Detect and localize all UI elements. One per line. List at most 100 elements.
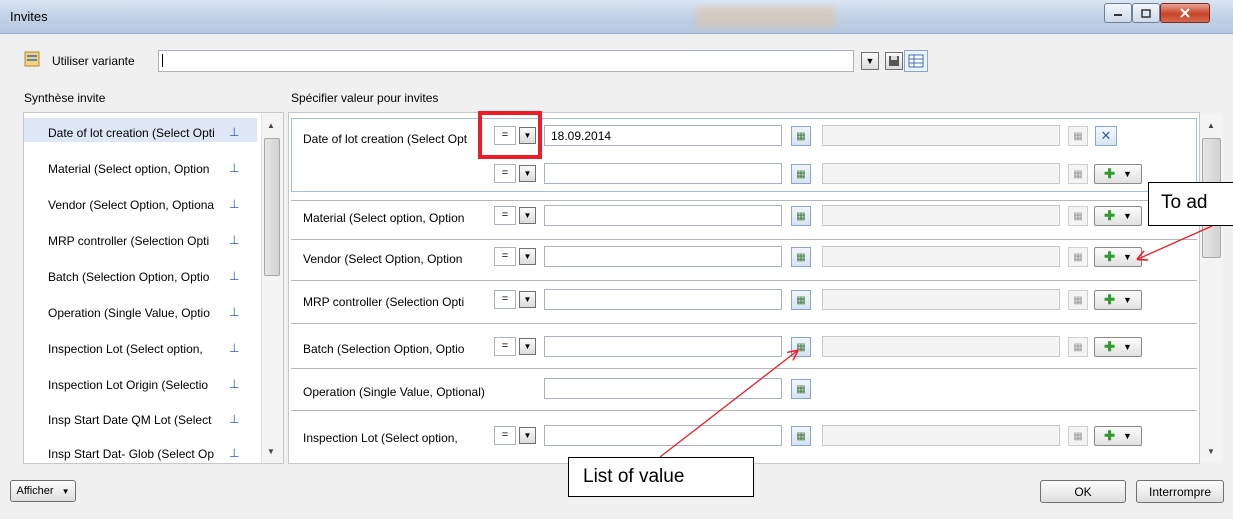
- list-item[interactable]: Insp Start Dat- Glob (Select Op ⊥: [24, 443, 244, 465]
- list-of-values-button-disabled: ▦: [1068, 247, 1088, 267]
- row-divider: [291, 239, 1197, 240]
- list-of-values-button[interactable]: ▦: [791, 206, 811, 226]
- pin-icon[interactable]: ⊥: [229, 269, 239, 283]
- close-button[interactable]: [1160, 3, 1210, 23]
- list-item[interactable]: Insp Start Date QM Lot (Select ⊥: [24, 409, 244, 431]
- add-value-button[interactable]: ✚ ▼: [1094, 206, 1142, 226]
- range-to-input: [822, 163, 1060, 184]
- minimize-icon: [1114, 14, 1122, 16]
- row-label-inspection-lot: Inspection Lot (Select option,: [303, 431, 458, 445]
- maximize-icon: [1141, 8, 1151, 18]
- pin-icon[interactable]: ⊥: [229, 446, 239, 460]
- row-label-mrp: MRP controller (Selection Opti: [303, 295, 465, 309]
- date-value-input-2[interactable]: [544, 163, 782, 184]
- list-item[interactable]: Vendor (Select Option, Optiona ⊥: [24, 194, 244, 216]
- operator-select[interactable]: =: [494, 290, 516, 309]
- operator-dropdown-button[interactable]: ▼: [519, 165, 536, 182]
- operator-select[interactable]: =: [494, 164, 516, 183]
- pin-icon[interactable]: ⊥: [229, 161, 239, 175]
- variant-dropdown-button[interactable]: ▼: [861, 52, 879, 70]
- mrp-value-input[interactable]: [544, 289, 782, 310]
- row-divider: [291, 368, 1197, 369]
- operator-dropdown-button[interactable]: ▼: [519, 291, 536, 308]
- range-to-input: [822, 205, 1060, 226]
- date-value-input[interactable]: 18.09.2014: [544, 125, 782, 146]
- plus-icon: ✚: [1104, 249, 1115, 264]
- add-value-button[interactable]: ✚ ▼: [1094, 426, 1142, 446]
- list-of-values-icon: ▦: [1073, 168, 1083, 180]
- variant-table-button[interactable]: [904, 50, 928, 72]
- operator-select[interactable]: =: [494, 426, 516, 445]
- list-of-values-button[interactable]: ▦: [791, 164, 811, 184]
- list-item[interactable]: Inspection Lot Origin (Selectio ⊥: [24, 374, 244, 396]
- row-divider: [291, 410, 1197, 411]
- pin-icon[interactable]: ⊥: [229, 125, 239, 139]
- add-value-button[interactable]: ✚ ▼: [1094, 290, 1142, 310]
- operator-dropdown-button[interactable]: ▼: [519, 427, 536, 444]
- inspection-lot-value-input[interactable]: [544, 425, 782, 446]
- list-of-values-icon: ▦: [1073, 251, 1083, 263]
- list-of-values-button[interactable]: ▦: [791, 247, 811, 267]
- dropdown-arrow-icon: ▼: [523, 169, 532, 178]
- table-icon: [908, 54, 924, 68]
- list-item[interactable]: Operation (Single Value, Optio ⊥: [24, 302, 244, 324]
- scroll-up-icon[interactable]: ▲: [1207, 121, 1215, 130]
- list-of-values-button-disabled: ▦: [1068, 337, 1088, 357]
- batch-value-input[interactable]: [544, 336, 782, 357]
- left-scroll-thumb[interactable]: [264, 138, 280, 276]
- cancel-button[interactable]: Interrompre: [1136, 480, 1224, 503]
- list-item[interactable]: Date of lot creation (Select Opti ⊥: [24, 122, 244, 144]
- add-value-button[interactable]: ✚ ▼: [1094, 164, 1142, 184]
- pin-icon[interactable]: ⊥: [229, 233, 239, 247]
- plus-icon: ✚: [1104, 428, 1115, 443]
- pin-icon[interactable]: ⊥: [229, 341, 239, 355]
- list-item[interactable]: Inspection Lot (Select option, ⊥: [24, 338, 244, 360]
- pin-icon[interactable]: ⊥: [229, 197, 239, 211]
- row-divider: [291, 280, 1197, 281]
- operator-select[interactable]: =: [494, 337, 516, 356]
- text-cursor: [162, 54, 163, 67]
- add-button-callout: To ad: [1148, 182, 1233, 226]
- scroll-up-icon[interactable]: ▲: [267, 121, 275, 130]
- dropdown-arrow-icon: ▼: [61, 486, 70, 496]
- ok-button[interactable]: OK: [1040, 480, 1126, 503]
- operator-dropdown-button[interactable]: ▼: [519, 338, 536, 355]
- list-item[interactable]: Batch (Selection Option, Optio ⊥: [24, 266, 244, 288]
- list-of-values-icon: ▦: [796, 130, 806, 142]
- minimize-button[interactable]: [1104, 3, 1132, 23]
- remove-value-button[interactable]: ✕: [1095, 126, 1117, 146]
- list-item[interactable]: MRP controller (Selection Opti ⊥: [24, 230, 244, 252]
- variant-input[interactable]: [158, 50, 854, 72]
- list-of-values-button[interactable]: ▦: [791, 379, 811, 399]
- row-label-batch: Batch (Selection Option, Optio: [303, 342, 465, 356]
- material-value-input[interactable]: [544, 205, 782, 226]
- list-of-values-button[interactable]: ▦: [791, 337, 811, 357]
- list-of-values-icon: ▦: [796, 430, 806, 442]
- list-of-values-button[interactable]: ▦: [791, 290, 811, 310]
- scroll-down-icon[interactable]: ▼: [1207, 447, 1215, 456]
- pin-icon[interactable]: ⊥: [229, 377, 239, 391]
- operator-dropdown-button[interactable]: ▼: [519, 207, 536, 224]
- vendor-value-input[interactable]: [544, 246, 782, 267]
- add-value-button[interactable]: ✚ ▼: [1094, 247, 1142, 267]
- save-variant-button[interactable]: [885, 52, 903, 70]
- list-of-values-button[interactable]: ▦: [791, 126, 811, 146]
- operator-select[interactable]: =: [494, 247, 516, 266]
- dropdown-arrow-icon: ▼: [523, 252, 532, 261]
- list-of-values-button-disabled: ▦: [1068, 426, 1088, 446]
- pin-icon[interactable]: ⊥: [229, 305, 239, 319]
- list-of-values-button-disabled: ▦: [1068, 164, 1088, 184]
- list-item[interactable]: Material (Select option, Option ⊥: [24, 158, 244, 180]
- plus-icon: ✚: [1104, 208, 1115, 223]
- show-button[interactable]: Afficher ▼: [10, 480, 76, 502]
- pin-icon[interactable]: ⊥: [229, 412, 239, 426]
- operation-value-input[interactable]: [544, 378, 782, 399]
- add-value-button[interactable]: ✚ ▼: [1094, 337, 1142, 357]
- operator-dropdown-button[interactable]: ▼: [519, 248, 536, 265]
- plus-icon: ✚: [1104, 339, 1115, 354]
- list-of-values-button[interactable]: ▦: [791, 426, 811, 446]
- scroll-down-icon[interactable]: ▼: [267, 447, 275, 456]
- dropdown-arrow-icon: ▼: [523, 431, 532, 440]
- operator-select[interactable]: =: [494, 206, 516, 225]
- maximize-button[interactable]: [1132, 3, 1160, 23]
